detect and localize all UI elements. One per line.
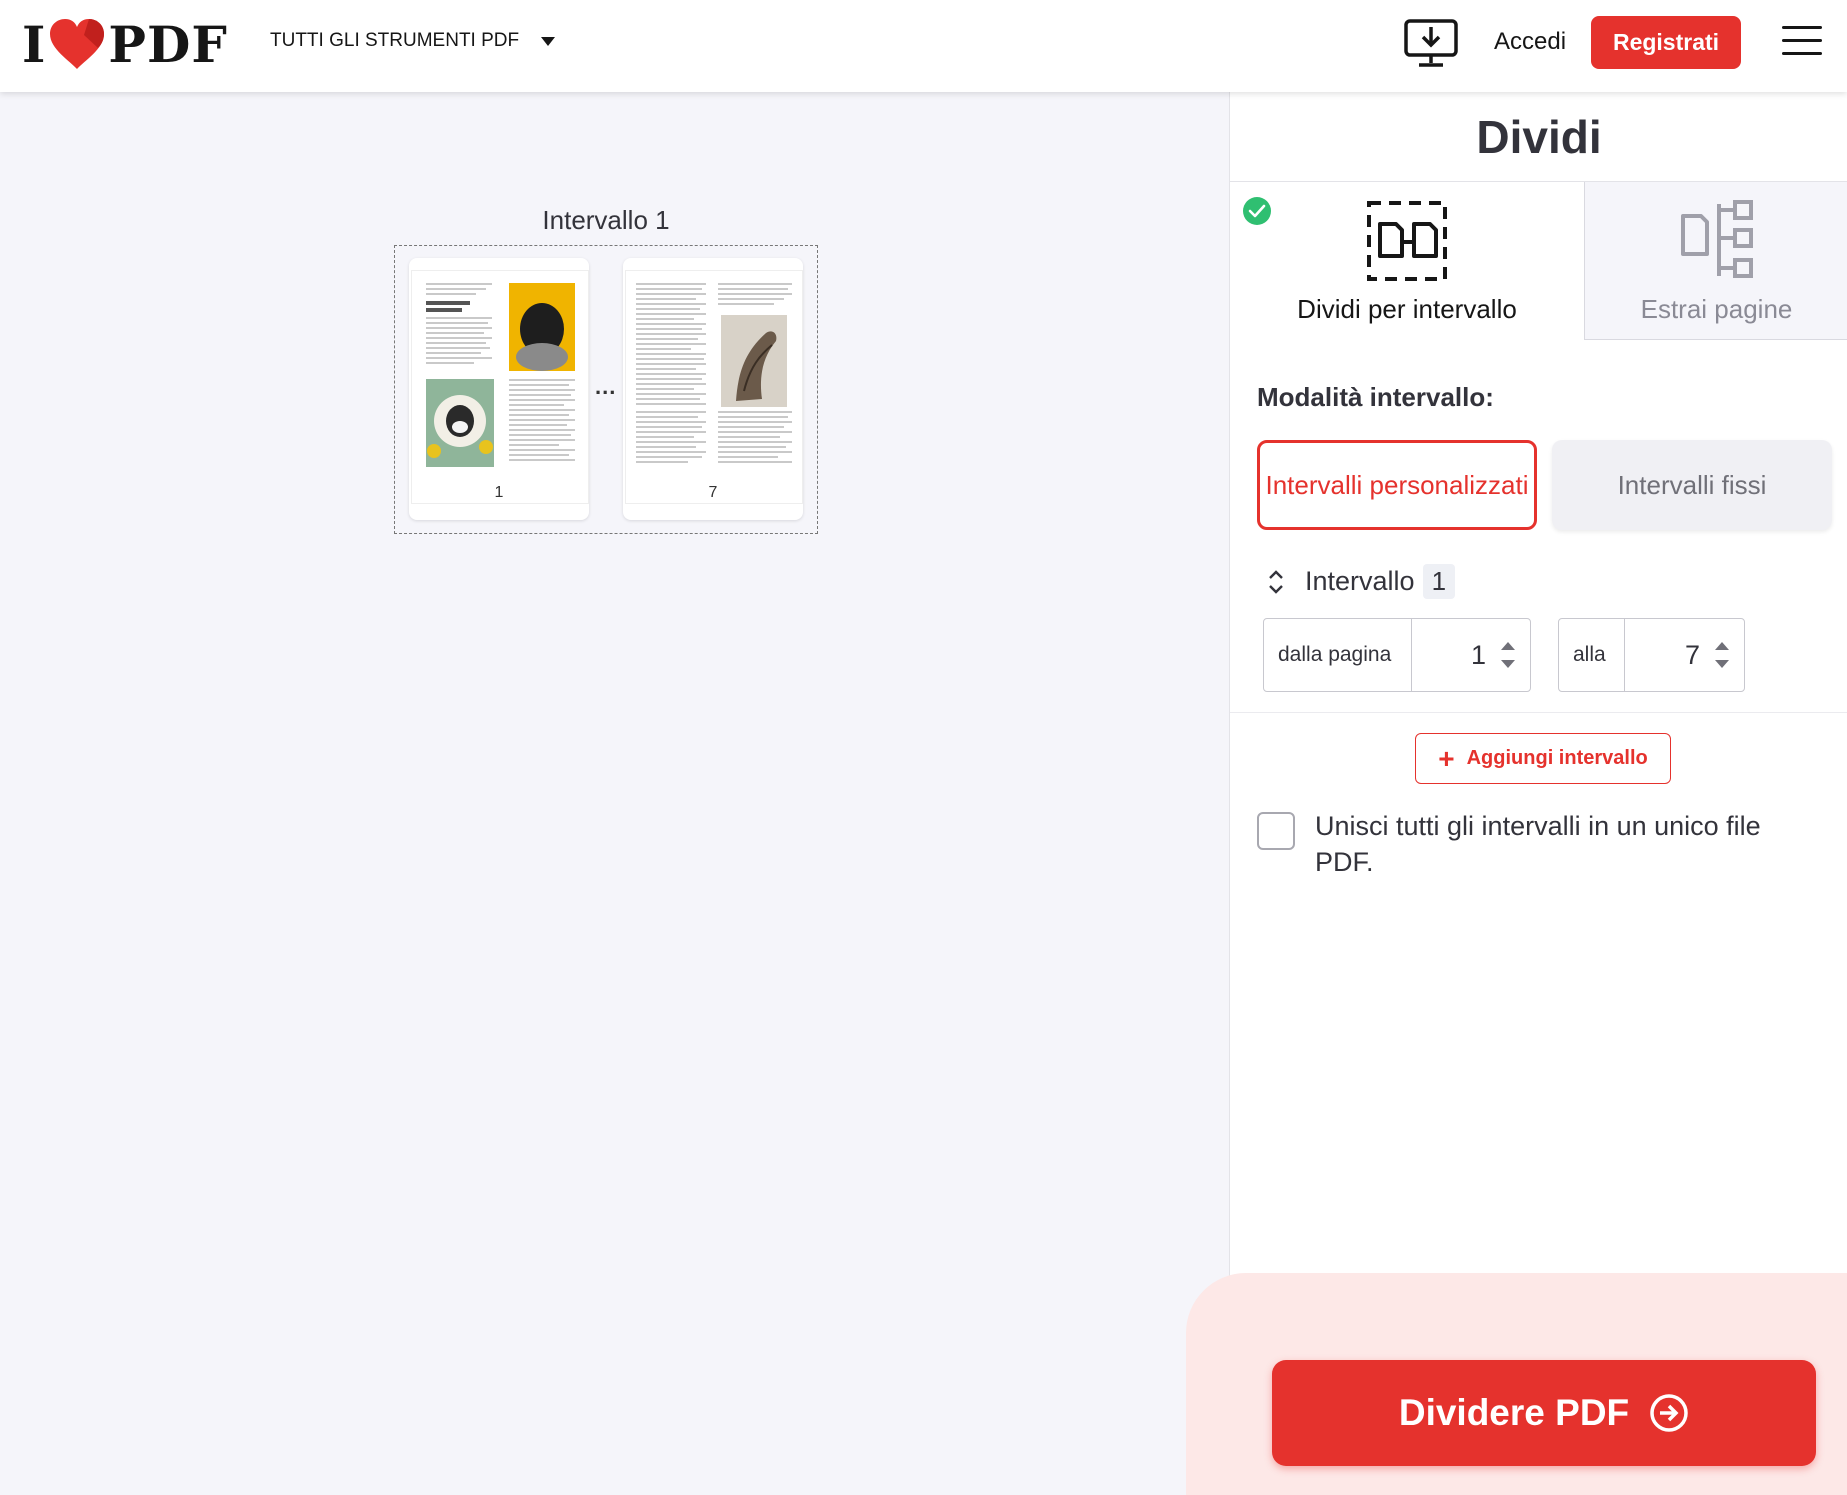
- expand-collapse-icon[interactable]: [1267, 569, 1285, 595]
- range-group-preview: 1 ... 7: [394, 245, 818, 534]
- logo-text-i: I: [22, 14, 47, 74]
- merge-ranges-checkbox[interactable]: [1257, 812, 1295, 850]
- range-mode-label: Modalità intervallo:: [1257, 382, 1494, 412]
- page-preview-last: [625, 270, 803, 504]
- to-page-stepper[interactable]: [1712, 642, 1732, 668]
- add-range-label: Aggiungi intervallo: [1466, 747, 1648, 769]
- from-page-label: dalla pagina: [1264, 619, 1412, 691]
- to-page-field[interactable]: alla 7: [1558, 618, 1745, 692]
- range-header: Intervallo 1: [1267, 564, 1456, 599]
- top-navigation-bar: I PDF TUTTI GLI STRUMENTI PDF Accedi Reg…: [0, 0, 1847, 92]
- split-range-icon: [1367, 201, 1447, 281]
- split-pdf-button[interactable]: Dividere PDF: [1272, 1360, 1816, 1466]
- page-number-last: 7: [708, 484, 718, 501]
- fixed-ranges-button[interactable]: Intervalli fissi: [1552, 440, 1832, 530]
- tab-extract-pages-label: Estrai pagine: [1640, 294, 1793, 324]
- sidebar-title: Dividi: [1476, 111, 1602, 163]
- signup-button[interactable]: Registrati: [1591, 16, 1741, 69]
- split-pdf-label: Dividere PDF: [1398, 1392, 1630, 1433]
- heart-logo-icon: [50, 19, 105, 69]
- desktop-download-icon[interactable]: [1403, 18, 1459, 70]
- tab-split-by-range[interactable]: Dividi per intervallo: [1230, 182, 1584, 340]
- page-content-illustration: [636, 283, 792, 463]
- page-thumbnail-first[interactable]: 1: [409, 258, 589, 520]
- increment-arrow-icon[interactable]: [1501, 642, 1515, 650]
- check-circle-icon: [1243, 197, 1271, 225]
- custom-ranges-button[interactable]: Intervalli personalizzati: [1257, 440, 1537, 530]
- range-index-badge: 1: [1422, 564, 1456, 599]
- page-number-first: 1: [494, 484, 504, 501]
- section-divider: [1230, 712, 1847, 713]
- extract-pages-icon: [1681, 200, 1753, 278]
- ilovepdf-logo[interactable]: I PDF: [22, 14, 228, 74]
- to-page-input[interactable]: 7: [1625, 640, 1712, 671]
- pages-ellipsis: ...: [595, 374, 617, 399]
- merge-ranges-label[interactable]: Unisci tutti gli intervalli in un unico …: [1315, 808, 1817, 880]
- add-range-button[interactable]: + Aggiungi intervallo: [1415, 733, 1671, 784]
- plus-icon: +: [1438, 742, 1455, 774]
- range-group-label: Intervallo 1: [542, 205, 670, 235]
- login-link[interactable]: Accedi: [1494, 28, 1566, 56]
- decrement-arrow-icon[interactable]: [1715, 660, 1729, 668]
- to-page-label: alla: [1559, 619, 1625, 691]
- page-content-illustration: [426, 283, 575, 467]
- increment-arrow-icon[interactable]: [1715, 642, 1729, 650]
- page-preview-first: [411, 270, 589, 504]
- from-page-stepper[interactable]: [1498, 642, 1518, 668]
- decrement-arrow-icon[interactable]: [1501, 660, 1515, 668]
- from-page-input[interactable]: 1: [1412, 640, 1498, 671]
- all-tools-label: TUTTI GLI STRUMENTI PDF: [270, 30, 520, 51]
- tab-extract-pages[interactable]: Estrai pagine: [1584, 182, 1847, 340]
- chevron-down-icon: [541, 36, 556, 46]
- range-name: Intervallo: [1305, 566, 1415, 596]
- all-tools-dropdown[interactable]: TUTTI GLI STRUMENTI PDF: [270, 30, 556, 52]
- tab-split-by-range-label: Dividi per intervallo: [1297, 294, 1517, 324]
- page-thumbnail-last[interactable]: 7: [623, 258, 803, 520]
- merge-ranges-option: Unisci tutti gli intervalli in un unico …: [1257, 808, 1817, 880]
- from-page-field[interactable]: dalla pagina 1: [1263, 618, 1531, 692]
- arrow-right-circle-icon: [1650, 1394, 1688, 1432]
- logo-text-pdf: PDF: [108, 14, 228, 74]
- hamburger-menu-icon[interactable]: [1782, 26, 1822, 56]
